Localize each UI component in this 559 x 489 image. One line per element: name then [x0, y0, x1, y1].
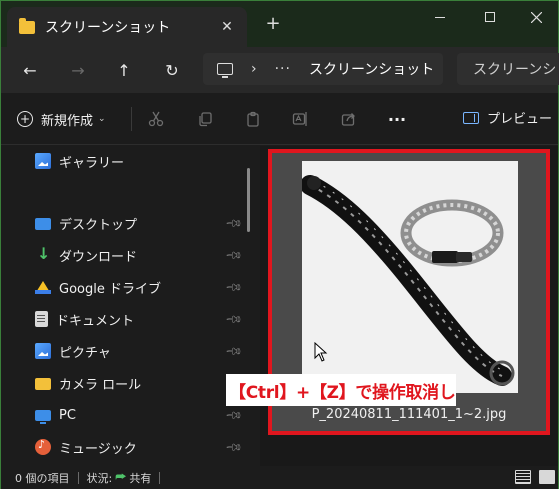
tiles-view-button[interactable] [539, 470, 555, 484]
tab-title: スクリーンショット [45, 20, 171, 36]
file-list: P_20240811_111401_1~2.jpg [260, 146, 558, 466]
sidebar-item-google-drive[interactable]: Google ドライブ [35, 276, 161, 298]
navigation-pane: ギャラリー デスクトップ 📌︎ ダウンロード 📌︎ Google ドライブ 📌︎… [1, 146, 259, 466]
documents-icon [35, 311, 48, 327]
cut-icon[interactable] [144, 107, 168, 131]
folder-icon [19, 17, 35, 34]
desktop-icon [35, 218, 51, 230]
file-explorer-window: スクリーンショット ✕ + ← → ↑ ↻ › ··· スクリーンショット スク… [0, 0, 559, 489]
plus-icon: + [17, 111, 33, 127]
preview-label: プレビュー [487, 112, 553, 127]
share-status: 共有 [129, 471, 152, 485]
share-icon[interactable] [337, 107, 361, 131]
up-button[interactable]: ↑ [109, 55, 139, 85]
navigation-bar: ← → ↑ ↻ › ··· スクリーンショット スクリーンショット [1, 47, 559, 93]
item-count: 0 個の項目 [15, 471, 70, 485]
gallery-icon [35, 153, 51, 169]
sidebar-item-label: ギャラリー [59, 155, 125, 171]
details-view-button[interactable] [515, 470, 531, 484]
more-options-button[interactable]: ··· [385, 107, 409, 131]
divider [77, 471, 79, 484]
refresh-button[interactable]: ↻ [157, 55, 187, 85]
pin-icon: 📌︎ [224, 213, 244, 234]
sidebar-item-label: ダウンロード [59, 249, 138, 265]
status-label: 状況: [86, 471, 113, 485]
pin-icon: 📌︎ [224, 309, 244, 330]
preview-pane-icon [463, 111, 479, 124]
back-button[interactable]: ← [15, 55, 45, 85]
forward-button[interactable]: → [63, 55, 93, 85]
sidebar-item-label: デスクトップ [59, 217, 138, 233]
sidebar-item-downloads[interactable]: ダウンロード [35, 244, 137, 266]
close-icon [530, 11, 542, 23]
address-bar[interactable]: › ··· スクリーンショット [203, 53, 443, 85]
new-button[interactable]: + 新規作成 ⌄ [17, 107, 106, 131]
command-bar: + 新規作成 ⌄ ··· プレビュー [1, 93, 558, 145]
sidebar-item-documents[interactable]: ドキュメント [35, 308, 134, 330]
sidebar-item-gallery[interactable]: ギャラリー [35, 150, 124, 172]
search-input[interactable]: スクリーンショット [457, 53, 559, 85]
computer-icon [217, 63, 233, 78]
sidebar-item-label: ピクチャ [59, 345, 111, 361]
close-window-button[interactable] [513, 1, 559, 33]
pin-icon: 📌︎ [224, 341, 244, 362]
sidebar-item-camera-roll[interactable]: カメラ ロール [35, 372, 141, 394]
pin-icon: 📌︎ [224, 277, 244, 298]
sidebar-scrollbar[interactable] [247, 168, 250, 232]
download-icon [35, 244, 51, 263]
tab-screenshots[interactable]: スクリーンショット ✕ [7, 7, 247, 47]
pin-icon: 📌︎ [224, 437, 244, 458]
divider [131, 107, 132, 131]
sidebar-item-desktop[interactable]: デスクトップ [35, 212, 137, 234]
title-bar: スクリーンショット ✕ + [1, 1, 558, 47]
sidebar-item-label: PC [59, 407, 76, 423]
mouse-cursor-icon [314, 342, 328, 362]
divider [159, 471, 161, 484]
minimize-button[interactable] [417, 1, 463, 33]
sidebar-item-label: Google ドライブ [59, 281, 161, 297]
preview-pane-button[interactable]: プレビュー [463, 108, 552, 127]
sidebar-item-label: ミュージック [59, 441, 137, 457]
breadcrumb-overflow-button[interactable]: ··· [275, 61, 291, 77]
annotation-label: 【Ctrl】+【Z】で操作取消し [226, 374, 456, 406]
sidebar-item-label: ドキュメント [56, 313, 135, 329]
rename-icon[interactable] [288, 107, 312, 131]
chevron-down-icon: ⌄ [98, 114, 106, 124]
sidebar-item-pictures[interactable]: ピクチャ [35, 340, 111, 362]
annotation-text: 【Ctrl】+【Z】で操作取消し [229, 382, 456, 403]
shared-icon: ⮫ [115, 470, 127, 484]
sidebar-item-label: カメラ ロール [59, 377, 142, 393]
folder-icon [35, 378, 51, 390]
minimize-icon [435, 16, 445, 18]
new-button-label: 新規作成 [41, 113, 94, 129]
pc-icon [35, 410, 51, 424]
breadcrumb-chevron-icon[interactable]: › [251, 61, 257, 77]
status-bar: 0 個の項目 状況: ⮫ 共有 [1, 466, 558, 489]
new-tab-button[interactable]: + [263, 13, 283, 34]
close-tab-button[interactable]: ✕ [217, 17, 237, 37]
maximize-button[interactable] [467, 1, 513, 33]
paste-icon[interactable] [241, 107, 265, 131]
google-drive-icon [35, 279, 51, 295]
copy-icon[interactable] [193, 107, 217, 131]
sidebar-item-pc[interactable]: PC [35, 404, 76, 426]
sidebar-item-music[interactable]: ミュージック [35, 436, 137, 458]
pictures-icon [35, 343, 51, 359]
pin-icon: 📌︎ [224, 405, 244, 426]
maximize-icon [485, 12, 495, 22]
music-icon [35, 438, 51, 455]
breadcrumb-current[interactable]: スクリーンショット [309, 59, 434, 79]
pin-icon: 📌︎ [224, 245, 244, 266]
